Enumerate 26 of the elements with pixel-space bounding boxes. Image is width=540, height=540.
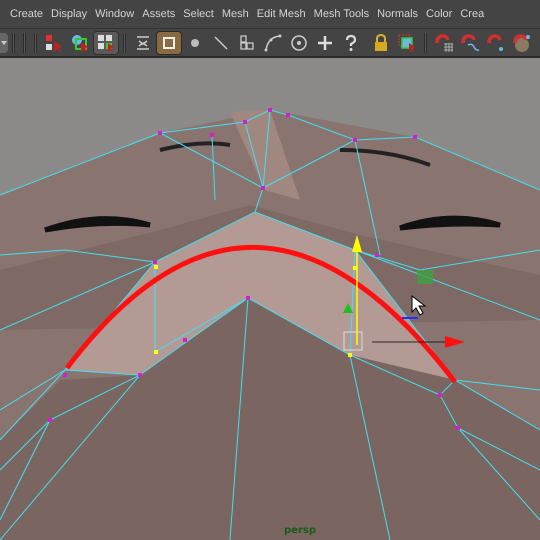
caret-icon: [1, 40, 7, 44]
curve-icon: [263, 32, 283, 52]
select-set-icon: [397, 32, 417, 52]
menu-item[interactable]: Color: [426, 6, 452, 22]
menu-item[interactable]: Select: [183, 6, 214, 22]
square-button[interactable]: [156, 30, 182, 54]
target-icon: [289, 32, 309, 52]
magnet-sphere-icon: [512, 32, 532, 52]
menu-item[interactable]: Create: [10, 6, 44, 22]
camera-label: persp: [284, 524, 316, 538]
menu-item[interactable]: Normals: [377, 6, 418, 22]
magnet-point-icon: [486, 32, 506, 52]
select-hierarchy-icon: [44, 32, 64, 52]
menu-item[interactable]: Assets: [142, 6, 176, 22]
select-component-icon: [96, 32, 116, 52]
menu-item[interactable]: Mesh: [222, 6, 249, 22]
menu-item[interactable]: Mesh Tools: [314, 6, 370, 22]
menu-item[interactable]: Display: [51, 6, 88, 22]
magnet-curve-icon: [460, 32, 480, 52]
menu-item[interactable]: Crea: [460, 6, 484, 22]
select-component-button[interactable]: [93, 30, 119, 54]
select-object-icon: [70, 32, 90, 52]
magnet-grid-icon: [434, 32, 454, 52]
cursor-icon: [412, 294, 426, 316]
menu-item[interactable]: Edit Mesh: [256, 6, 306, 22]
menu-item[interactable]: Window: [95, 6, 134, 22]
